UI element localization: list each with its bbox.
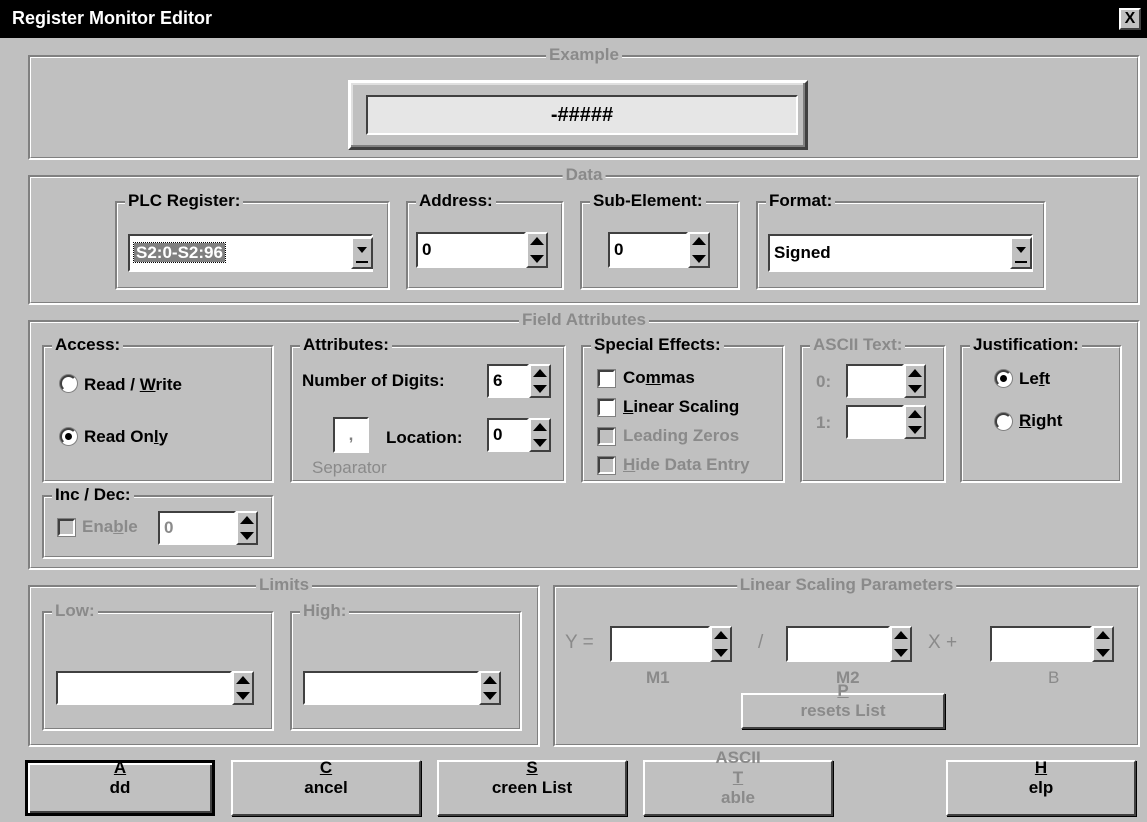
hide-data-entry-checkbox[interactable]: [598, 457, 615, 474]
special-effects-label: Special Effects:: [591, 335, 724, 355]
window-title: Register Monitor Editor: [12, 8, 213, 28]
example-display: -#####: [366, 95, 798, 135]
access-group: Access:: [42, 335, 274, 483]
m2-input[interactable]: [786, 626, 890, 662]
linear-scaling-label: Linear Scaling Parameters: [736, 575, 957, 595]
location-input[interactable]: 0: [487, 418, 529, 452]
close-icon: X: [1124, 10, 1136, 27]
separator-input[interactable]: ,: [333, 417, 369, 453]
ascii-row1-label: 1:: [816, 413, 832, 432]
close-button[interactable]: X: [1119, 8, 1141, 30]
plc-register-value: S2:0-S2:96: [133, 242, 226, 263]
high-input[interactable]: [303, 671, 479, 705]
ascii-row0-spinner[interactable]: [904, 364, 926, 398]
read-only-radio[interactable]: [60, 428, 77, 445]
left-label[interactable]: Left: [1019, 369, 1050, 389]
sub-element-value: 0: [614, 240, 624, 259]
access-label: Access:: [52, 335, 124, 355]
screen-list-button[interactable]: Screen List: [437, 758, 627, 816]
address-value: 0: [422, 240, 432, 259]
m1-input[interactable]: [610, 626, 710, 662]
inc-dec-enable-label[interactable]: Enable: [82, 517, 138, 537]
sub-element-input[interactable]: 0: [608, 232, 688, 268]
x-plus-label: X +: [928, 632, 958, 653]
format-dropdown-button[interactable]: [1010, 237, 1032, 269]
location-value: 0: [493, 425, 503, 444]
number-of-digits-value: 6: [493, 371, 503, 390]
sub-element-spinner[interactable]: [688, 232, 710, 268]
format-value: Signed: [774, 243, 831, 262]
limits-label: Limits: [255, 575, 313, 595]
address-label: Address:: [416, 191, 496, 211]
inc-dec-enable-checkbox[interactable]: [58, 519, 75, 536]
number-of-digits-input[interactable]: 6: [487, 364, 529, 398]
example-display-value: -#####: [550, 104, 614, 126]
high-label: High:: [300, 601, 350, 621]
inc-dec-value: 0: [164, 518, 174, 537]
m1-spinner[interactable]: [710, 626, 732, 662]
inc-dec-label: Inc / Dec:: [52, 485, 134, 505]
format-label: Format:: [766, 191, 836, 211]
address-spinner[interactable]: [526, 232, 548, 268]
m1-label: M1: [646, 668, 670, 687]
plc-register-select[interactable]: S2:0-S2:96: [128, 234, 373, 272]
left-radio[interactable]: [995, 370, 1012, 387]
read-only-label[interactable]: Read Only: [84, 427, 168, 447]
ascii-row1-spinner[interactable]: [904, 405, 926, 439]
y-equals-label: Y =: [565, 632, 594, 653]
low-spinner[interactable]: [232, 671, 254, 705]
example-group-label: Example: [546, 45, 622, 65]
leading-zeros-checkbox[interactable]: [598, 428, 615, 445]
cancel-button[interactable]: Cancel: [231, 758, 421, 816]
ascii-text-label: ASCII Text:: [810, 335, 906, 355]
read-write-radio[interactable]: [60, 375, 77, 392]
leading-zeros-label[interactable]: Leading Zeros: [623, 426, 739, 446]
inc-dec-input[interactable]: 0: [158, 511, 236, 545]
address-input[interactable]: 0: [416, 232, 526, 268]
format-select[interactable]: Signed: [768, 234, 1033, 272]
ascii-row1-input[interactable]: [846, 405, 904, 439]
low-input[interactable]: [56, 671, 232, 705]
number-of-digits-spinner[interactable]: [529, 364, 551, 398]
right-radio[interactable]: [995, 413, 1012, 430]
inc-dec-spinner[interactable]: [236, 511, 258, 545]
high-spinner[interactable]: [479, 671, 501, 705]
separator-label: Separator: [312, 458, 387, 477]
sub-element-label: Sub-Element:: [590, 191, 706, 211]
presets-list-button[interactable]: Presets List: [741, 681, 945, 729]
number-of-digits-label: Number of Digits:: [302, 371, 445, 390]
plc-register-label: PLC Register:: [125, 191, 244, 211]
ascii-table-button[interactable]: ASCII Table: [643, 748, 833, 816]
hide-data-entry-label[interactable]: Hide Data Entry: [623, 455, 750, 475]
right-label[interactable]: Right: [1019, 411, 1062, 431]
title-bar: Register Monitor Editor X: [0, 0, 1147, 38]
separator-value: ,: [348, 425, 354, 444]
attributes-label: Attributes:: [300, 335, 392, 355]
b-input[interactable]: [990, 626, 1092, 662]
low-label: Low:: [52, 601, 98, 621]
location-spinner[interactable]: [529, 418, 551, 452]
read-write-label[interactable]: Read / Write: [84, 375, 182, 395]
justification-label: Justification:: [970, 335, 1082, 355]
data-group-label: Data: [562, 165, 606, 185]
plc-register-dropdown-button[interactable]: [351, 237, 373, 269]
linear-scaling-checkbox[interactable]: [598, 399, 615, 416]
linear-scaling-label[interactable]: Linear Scaling: [623, 397, 739, 417]
field-attributes-label: Field Attributes: [518, 310, 650, 330]
b-spinner[interactable]: [1092, 626, 1114, 662]
help-button[interactable]: Help: [946, 758, 1136, 816]
commas-checkbox[interactable]: [598, 370, 615, 387]
m2-spinner[interactable]: [890, 626, 912, 662]
ascii-row0-label: 0:: [816, 372, 832, 391]
ascii-row0-input[interactable]: [846, 364, 904, 398]
slash-label: /: [758, 632, 764, 653]
commas-label[interactable]: Commas: [623, 368, 695, 388]
location-label: Location:: [386, 428, 463, 447]
b-label: B: [1048, 668, 1060, 687]
add-button[interactable]: Add: [25, 758, 215, 816]
